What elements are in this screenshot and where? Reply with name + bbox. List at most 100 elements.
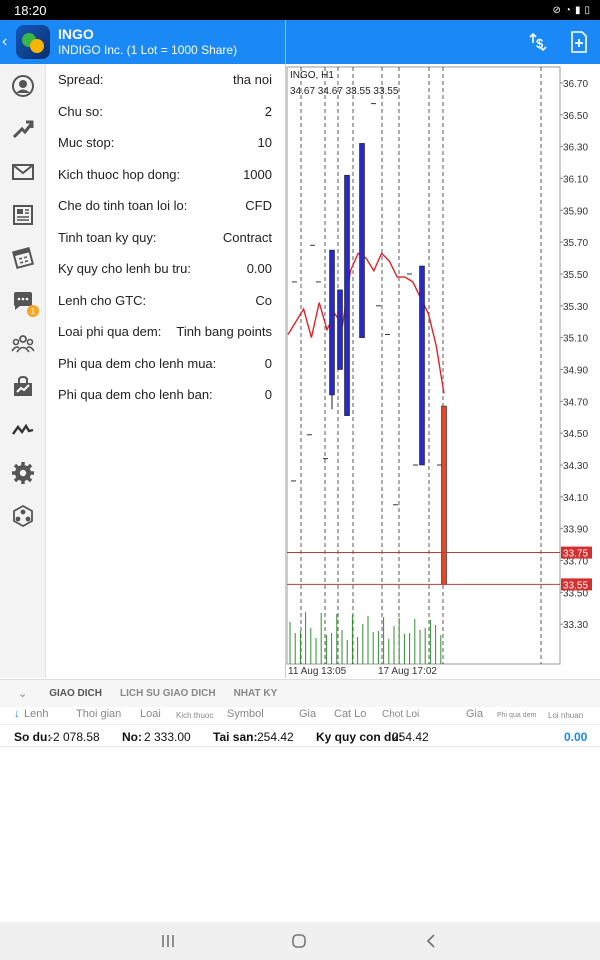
credit-value: 2 333.00 xyxy=(144,730,191,744)
spec-value: tha noi xyxy=(232,72,272,87)
spec-label: Che do tinh toan loi lo: xyxy=(58,198,188,213)
spec-value: Tinh bang points xyxy=(176,324,272,339)
wifi-icon: ◔ xyxy=(564,4,571,16)
free-margin-label: Ky quy con du: xyxy=(316,730,403,744)
price-tick-label: 34.30 xyxy=(563,461,588,472)
price-tick-label: 35.70 xyxy=(563,238,588,249)
tab-lich-su-giao-dich[interactable]: LICH SU GIAO DICH xyxy=(120,688,216,699)
tab-nhat-ky[interactable]: NHAT KY xyxy=(234,688,278,699)
price-tick-label: 34.10 xyxy=(563,493,588,504)
spec-value: 0 xyxy=(264,387,272,402)
news-icon[interactable] xyxy=(9,201,37,229)
spec-row: Lenh cho GTC: Co xyxy=(58,293,272,308)
header-thoi-gian[interactable]: Thoi gian xyxy=(76,708,121,720)
spec-value: 10 xyxy=(257,135,272,150)
spec-value: Contract xyxy=(222,229,272,245)
candle-body xyxy=(337,289,343,370)
price-tick-label: 36.10 xyxy=(563,174,588,185)
bottom-tabs: ⌄ GIAO DICH LICH SU GIAO DICH NHAT KY xyxy=(0,679,600,707)
equity-value: 254.42 xyxy=(257,730,294,744)
candle-body xyxy=(329,249,335,396)
total-profit: 0.00 xyxy=(564,730,588,744)
spec-label: Chu so: xyxy=(58,103,103,119)
new-order-icon[interactable] xyxy=(565,28,593,56)
header-gia-open[interactable]: Gia xyxy=(299,708,316,720)
balance-label: So du: xyxy=(14,730,52,744)
mute-icon: ⊘ xyxy=(552,4,561,16)
price-chart[interactable]: 36.70 36.50 36.30 36.10 35.90 35.70 35.50 35.30… xyxy=(285,64,600,678)
status-time: 18:20 xyxy=(14,2,47,18)
candle-body xyxy=(419,265,425,466)
header-symbol[interactable]: Symbol xyxy=(227,708,264,720)
spec-label: Ky quy cho lenh bu tru: xyxy=(58,261,191,276)
signals-icon[interactable] xyxy=(9,502,37,530)
trade-table-header: ↓ Lenh Thoi gian Loai Kich thuoc Symbol … xyxy=(0,707,600,725)
trade-icon[interactable] xyxy=(9,115,37,143)
time-label: 11 Aug 13:05 xyxy=(288,666,347,677)
price-tick-label: 33.30 xyxy=(563,620,588,631)
symbol-title: INGO xyxy=(58,26,94,42)
recents-icon[interactable] xyxy=(156,930,180,952)
spec-row: Che do tinh toan loi lo: CFD xyxy=(58,198,272,213)
market-icon[interactable] xyxy=(9,373,37,401)
community-icon[interactable] xyxy=(9,330,37,358)
signal-icon: ▮ xyxy=(574,4,581,16)
header-phi-qua-dem[interactable]: Phi qua dem xyxy=(497,712,536,719)
app-titles: INGO INDIGO Inc. (1 Lot = 1000 Share) xyxy=(58,26,237,58)
price-tick-label: 36.70 xyxy=(563,79,588,90)
header-kich-thuoc[interactable]: Kich thuoc xyxy=(176,711,213,720)
header-cat-lo[interactable]: Cat Lo xyxy=(334,708,366,720)
spec-row: Kich thuoc hop dong: 1000 xyxy=(58,167,272,182)
spec-row: Phi qua dem cho lenh ban: 0 xyxy=(58,387,272,402)
spec-value: CFD xyxy=(245,198,272,213)
balance-value: -2 078.58 xyxy=(49,730,100,744)
spec-row: Spread: tha noi xyxy=(58,72,272,87)
chat-icon[interactable]: 1 xyxy=(9,287,39,317)
calendar-icon[interactable] xyxy=(9,244,37,272)
status-bar: 18:20 ⊘ ◔ ▮ ▯ xyxy=(0,0,600,20)
header-lenh[interactable]: Lenh xyxy=(24,708,48,720)
candle-body xyxy=(344,174,350,416)
nav-back-icon[interactable] xyxy=(419,930,443,952)
ohlc-readout: 34.67 34.67 33.55 33.55 xyxy=(290,86,399,97)
symbol-specifications: Spread: tha noi Chu so: 2 Muc stop: 10 Kich th… xyxy=(46,64,284,678)
header-chot-loi[interactable]: Chot Loi xyxy=(382,709,419,720)
home-icon[interactable] xyxy=(287,930,311,952)
mail-icon[interactable] xyxy=(9,158,37,186)
collapse-chevron-icon[interactable]: ⌄ xyxy=(18,687,27,700)
price-level-label: 33.75 xyxy=(563,549,588,560)
symbol-description: INDIGO Inc. (1 Lot = 1000 Share) xyxy=(58,43,238,57)
header-loai[interactable]: Loai xyxy=(140,708,161,720)
price-tick-label: 35.30 xyxy=(563,302,588,313)
spec-value: 2 xyxy=(264,103,272,119)
spec-label: Lenh cho GTC: xyxy=(58,292,147,308)
price-tick-label: 34.50 xyxy=(563,429,588,440)
credit-label: No: xyxy=(122,730,142,744)
chat-badge: 1 xyxy=(27,305,39,317)
chart-title: INGO, H1 xyxy=(290,70,334,81)
chart-canvas[interactable]: 36.70 36.50 36.30 36.10 35.90 35.70 35.50 35.30… xyxy=(286,64,600,678)
spec-value: 0.00 xyxy=(246,261,272,276)
back-icon[interactable]: ‹ xyxy=(2,33,14,51)
equity-label: Tai san: xyxy=(213,730,258,744)
appbar-divider xyxy=(285,20,286,64)
tab-giao-dich[interactable]: GIAO DICH xyxy=(49,688,102,699)
app-bar: ‹ INGO INDIGO Inc. (1 Lot = 1000 Share) … xyxy=(0,20,600,64)
account-summary: So du: -2 078.58 No: 2 333.00 Tai san: 2… xyxy=(0,727,600,747)
spec-value: 0 xyxy=(264,355,272,371)
spec-row: Loai phi qua dem: Tinh bang points xyxy=(58,324,272,339)
account-icon[interactable] xyxy=(9,72,37,100)
candle-body xyxy=(359,143,365,338)
settings-icon[interactable] xyxy=(9,459,37,487)
trade-dollar-icon[interactable]: $ xyxy=(524,28,552,56)
sort-arrow-icon[interactable]: ↓ xyxy=(14,708,20,720)
header-gia-current[interactable]: Gia xyxy=(466,708,483,720)
price-tick-label: 34.90 xyxy=(563,365,588,376)
chart-icon[interactable] xyxy=(9,416,37,444)
price-tick-label: 35.50 xyxy=(563,270,588,281)
time-label: 17 Aug 17:02 xyxy=(378,666,437,677)
spec-value: Co xyxy=(255,292,272,308)
spec-row: Ky quy cho lenh bu tru: 0.00 xyxy=(58,261,272,276)
header-loi-nhuan[interactable]: Loi nhuan xyxy=(548,711,583,720)
spec-value: 1000 xyxy=(243,166,272,182)
